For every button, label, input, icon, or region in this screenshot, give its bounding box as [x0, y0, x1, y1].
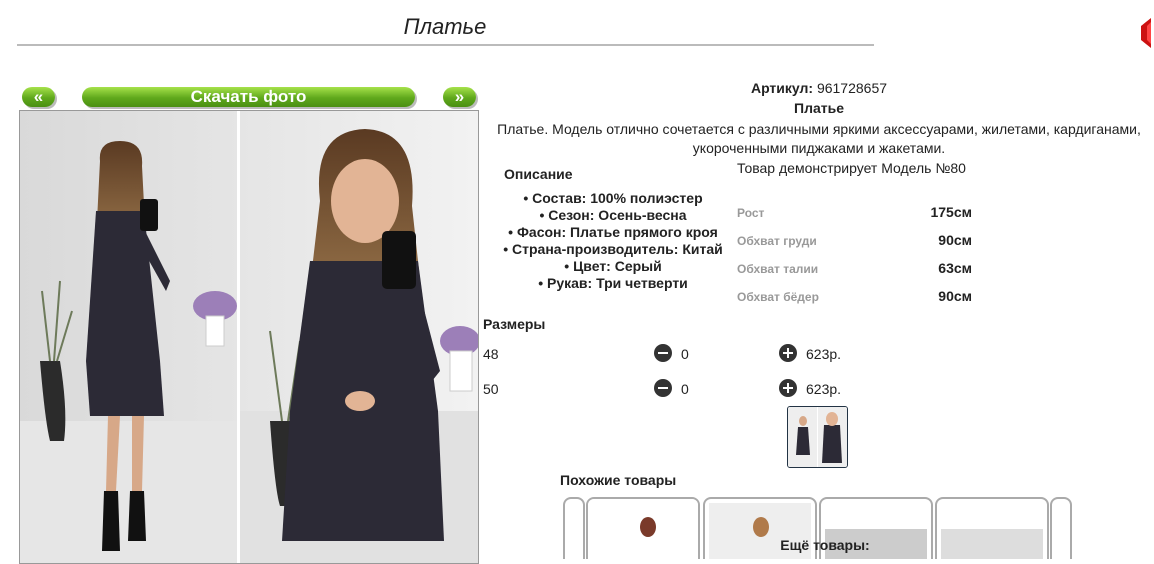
- description-item: • Страна-производитель: Китай: [503, 241, 723, 257]
- article-label: Артикул:: [750, 80, 814, 96]
- measurement-row: Обхват груди 90см: [737, 230, 972, 250]
- next-photo-button[interactable]: »: [443, 87, 476, 107]
- measurement-label: Обхват груди: [737, 234, 817, 248]
- measurement-row: Обхват талии 63см: [737, 258, 972, 278]
- similar-products-title: Похожие товары: [560, 472, 677, 488]
- measurement-value: 90см: [938, 288, 972, 304]
- more-products-links: [560, 556, 1154, 562]
- size-row: 48 0 623р.: [483, 344, 883, 368]
- size-row: 50 0 623р.: [483, 379, 883, 403]
- product-description-line-2: укороченными пиджаками и жакетами.: [692, 140, 946, 156]
- size-label: 48: [483, 346, 499, 362]
- download-photo-button[interactable]: Скачать фото: [82, 87, 415, 107]
- measurement-row: Рост 175см: [737, 202, 972, 222]
- measurement-label: Обхват бёдер: [737, 290, 819, 304]
- quantity-value: 0: [681, 346, 689, 362]
- prev-photo-button[interactable]: «: [22, 87, 55, 107]
- page-title: Платье: [403, 14, 487, 39]
- size-label: 50: [483, 381, 499, 397]
- article-value: 961728657: [816, 80, 888, 96]
- product-description-line-1: Платье. Модель отлично сочетается с разл…: [497, 121, 1141, 137]
- measurement-label: Обхват талии: [737, 262, 819, 276]
- plus-circle-icon[interactable]: [779, 379, 797, 397]
- measurement-label: Рост: [737, 206, 765, 220]
- product-name: Платье: [794, 100, 844, 116]
- description-item: • Рукав: Три четверти: [538, 275, 688, 291]
- photo-thumbnail[interactable]: [787, 406, 848, 468]
- model-measurements: Товар демонстрирует Модель №80 Рост 175с…: [737, 160, 977, 304]
- minus-circle-icon[interactable]: [654, 379, 672, 397]
- thumbnail-illustration: [788, 407, 847, 467]
- measurement-value: 90см: [938, 232, 972, 248]
- model-title: Товар демонстрирует Модель №80: [737, 160, 966, 176]
- more-products-title: Ещё товары:: [780, 537, 870, 553]
- description-item: • Фасон: Платье прямого кроя: [508, 224, 718, 240]
- quantity-value: 0: [681, 381, 689, 397]
- price-value: 623р.: [806, 346, 842, 362]
- product-photo[interactable]: [19, 110, 479, 564]
- article-line: Артикул: 961728657: [484, 80, 1154, 96]
- description-item: • Сезон: Осень-весна: [539, 207, 687, 223]
- sizes-title: Размеры: [483, 316, 546, 332]
- corner-arrow-icon[interactable]: [1141, 18, 1151, 48]
- description-title: Описание: [504, 166, 573, 182]
- description-item: • Состав: 100% полиэстер: [523, 190, 703, 206]
- price-value: 623р.: [806, 381, 842, 397]
- title-divider: [17, 44, 874, 46]
- measurement-value: 63см: [938, 260, 972, 276]
- description-item: • Цвет: Серый: [564, 258, 662, 274]
- measurement-row: Обхват бёдер 90см: [737, 286, 972, 306]
- plus-circle-icon[interactable]: [779, 344, 797, 362]
- measurement-value: 175см: [930, 204, 972, 220]
- product-photo-illustration: [20, 111, 478, 563]
- description-list: • Состав: 100% полиэстер • Сезон: Осень-…: [483, 190, 743, 292]
- minus-circle-icon[interactable]: [654, 344, 672, 362]
